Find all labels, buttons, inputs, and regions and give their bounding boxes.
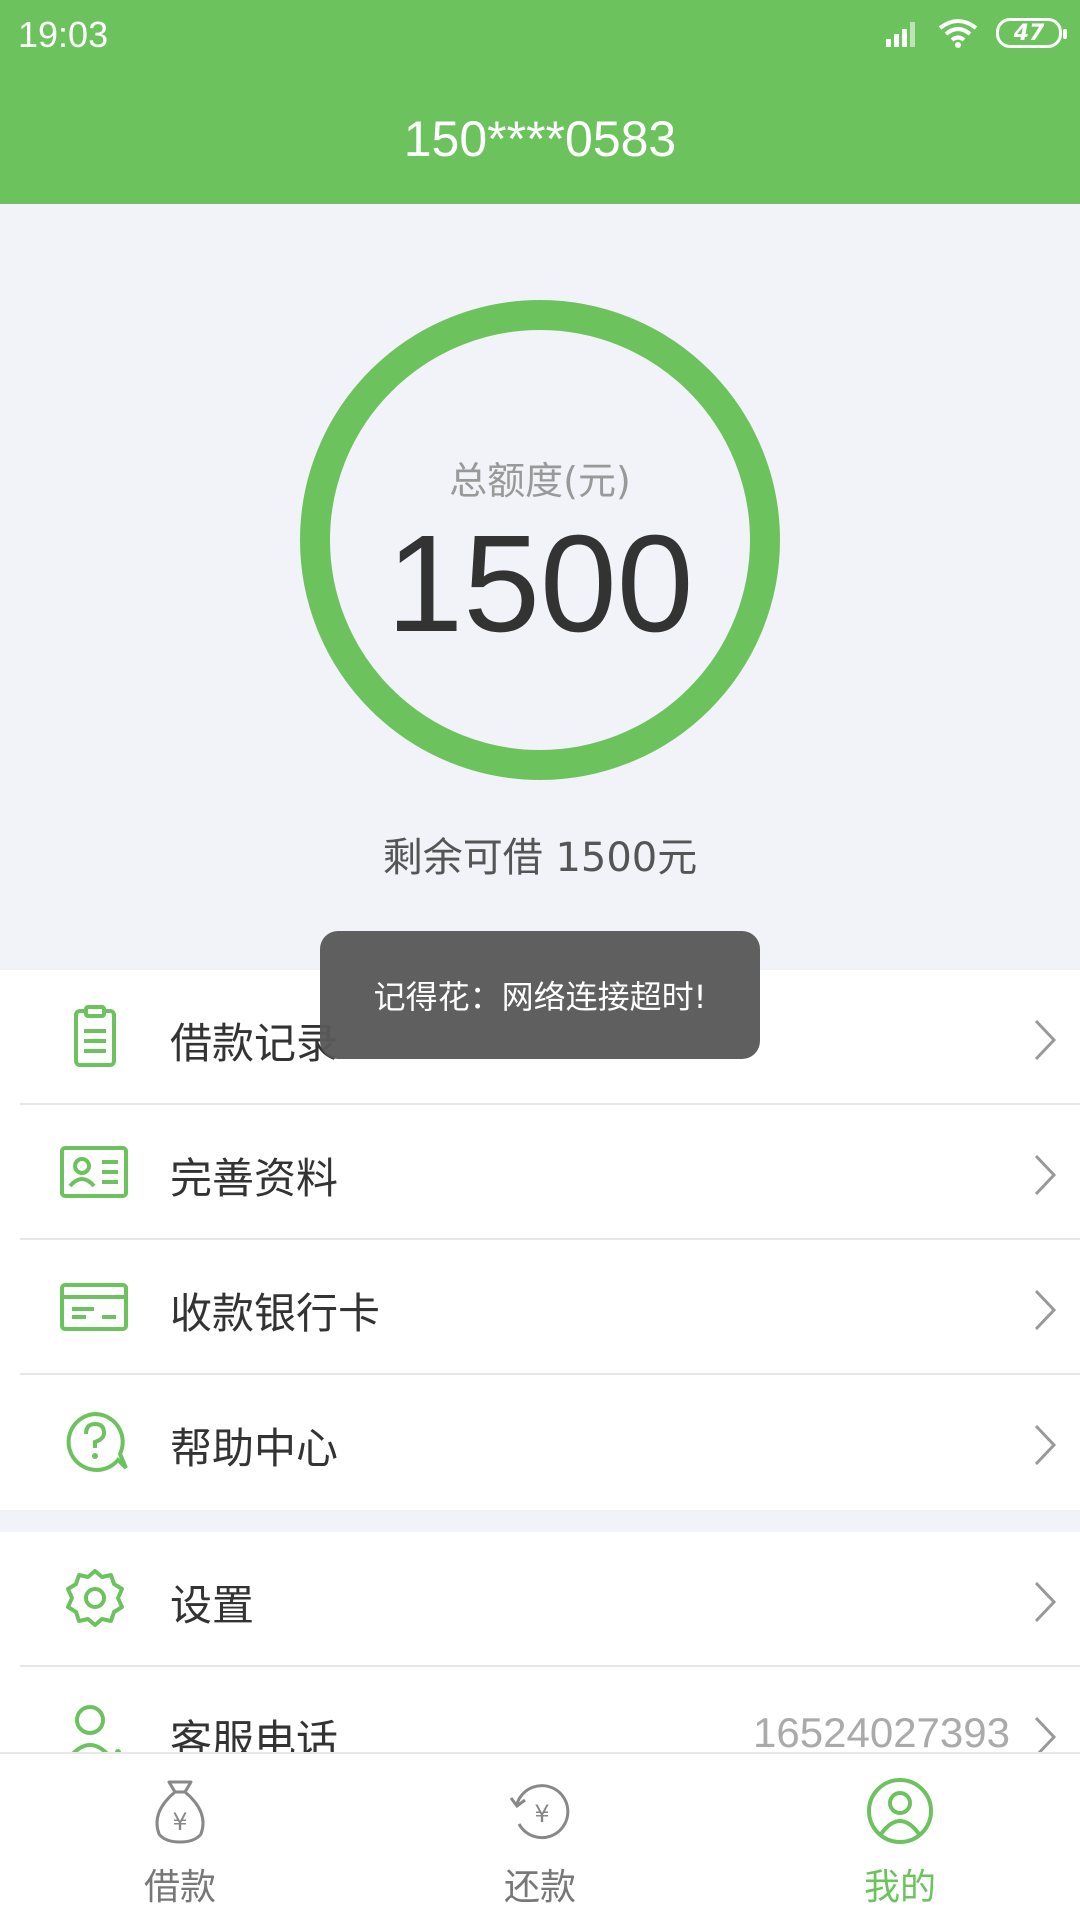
chevron-right-icon bbox=[1034, 1581, 1057, 1623]
chevron-right-icon bbox=[1034, 1424, 1057, 1466]
credit-value: 1500 bbox=[386, 507, 694, 661]
svg-text:¥: ¥ bbox=[534, 1800, 549, 1828]
user-icon bbox=[867, 1778, 933, 1844]
tab-label: 还款 bbox=[503, 1867, 576, 1908]
page-title: 150****0583 bbox=[403, 111, 677, 167]
menu-item-label: 完善资料 bbox=[170, 1154, 339, 1203]
clipboard-icon bbox=[74, 1005, 116, 1067]
menu-item-label: 收款银行卡 bbox=[170, 1289, 381, 1338]
menu-item-complete-profile[interactable]: 完善资料 bbox=[0, 1105, 1080, 1240]
wifi-icon bbox=[938, 19, 978, 48]
toast-text: 记得花：网络连接超时! bbox=[373, 978, 707, 1016]
menu-item-help-center[interactable]: 帮助中心 bbox=[0, 1375, 1080, 1510]
tab-borrow[interactable]: ¥ 借款 bbox=[0, 1754, 360, 1920]
menu-item-label: 设置 bbox=[170, 1581, 255, 1630]
menu-group-secondary: 设置 客服电话 16524027393 bbox=[0, 1532, 1080, 1765]
toast-message: 记得花：网络连接超时! bbox=[320, 931, 760, 1059]
credit-label: 总额度(元) bbox=[449, 459, 631, 503]
chevron-right-icon bbox=[1034, 1154, 1057, 1196]
tab-mine[interactable]: 我的 bbox=[720, 1754, 1080, 1920]
signal-icon bbox=[886, 22, 915, 47]
chevron-right-icon bbox=[1034, 1019, 1057, 1061]
tab-label: 借款 bbox=[143, 1867, 216, 1908]
app-header: 19:03 47 150****0583 bbox=[0, 0, 1080, 204]
battery-level: 47 bbox=[1013, 20, 1045, 46]
menu-item-settings[interactable]: 设置 bbox=[0, 1532, 1080, 1667]
bottom-tab-bar: ¥ 借款 ¥ 还款 我的 bbox=[0, 1752, 1080, 1920]
gear-icon bbox=[66, 1569, 124, 1627]
svg-text:¥: ¥ bbox=[172, 1808, 187, 1836]
service-phone-number: 16524027393 bbox=[753, 1709, 1010, 1756]
tab-label: 我的 bbox=[863, 1867, 936, 1908]
menu-item-bank-card[interactable]: 收款银行卡 bbox=[0, 1240, 1080, 1375]
bank-card-icon bbox=[60, 1283, 128, 1331]
status-icons: 47 bbox=[866, 18, 1067, 48]
status-time: 19:03 bbox=[18, 14, 109, 55]
menu-item-label: 帮助中心 bbox=[170, 1424, 339, 1473]
tab-repay[interactable]: ¥ 还款 bbox=[360, 1754, 720, 1920]
money-bag-icon: ¥ bbox=[155, 1780, 205, 1844]
battery-icon: 47 bbox=[996, 18, 1067, 48]
id-card-icon bbox=[60, 1146, 128, 1198]
chevron-right-icon bbox=[1034, 1289, 1057, 1331]
remaining-credit: 剩余可借 1500元 bbox=[382, 835, 698, 881]
menu-item-label: 借款记录 bbox=[170, 1019, 339, 1068]
help-icon bbox=[66, 1411, 128, 1472]
repay-icon: ¥ bbox=[509, 1784, 570, 1840]
